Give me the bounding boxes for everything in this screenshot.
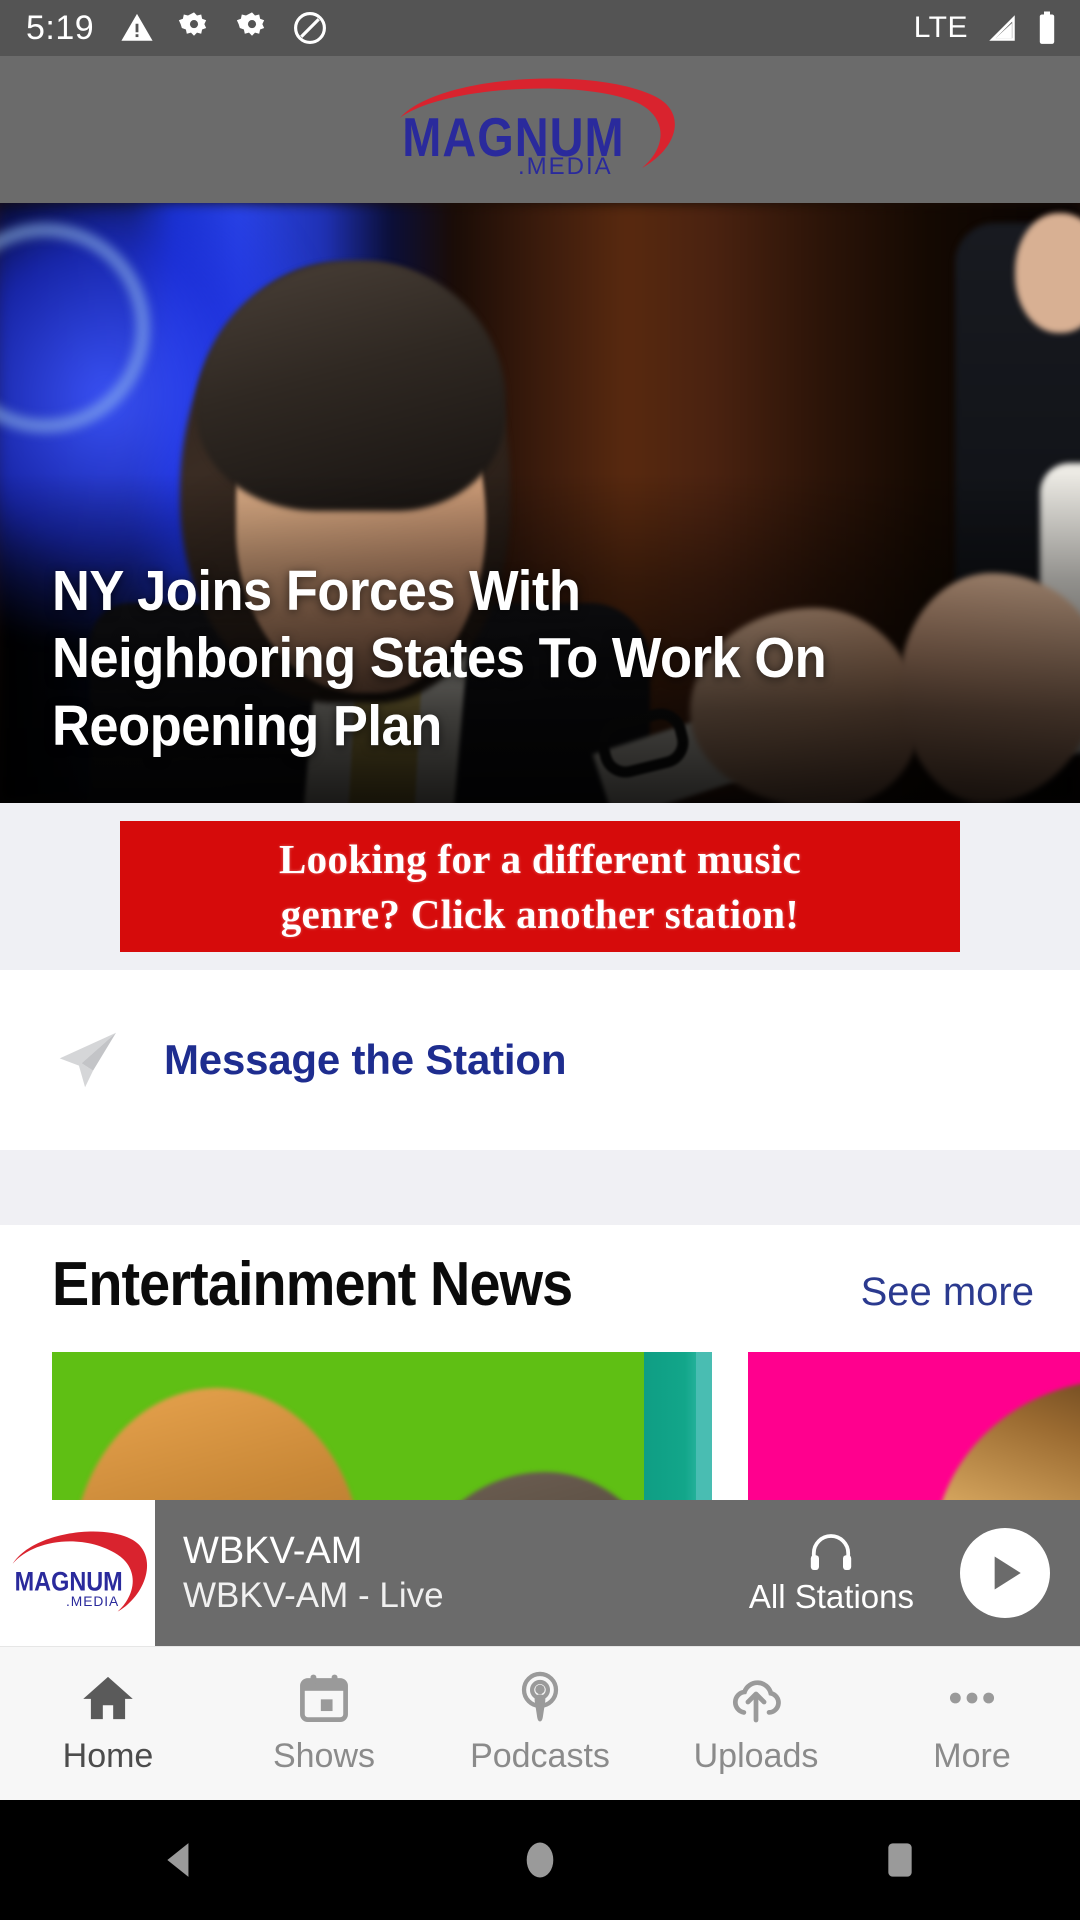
android-home-button[interactable]: [480, 1800, 600, 1920]
podcast-icon: [521, 1671, 559, 1722]
android-back-button[interactable]: [120, 1800, 240, 1920]
nav-item-home[interactable]: Home: [0, 1671, 216, 1776]
do-not-disturb-icon: [294, 12, 327, 44]
hero-featured-article[interactable]: NY Joins Forces With Neighboring States …: [0, 203, 1080, 803]
signal-bars-icon: [989, 15, 1015, 41]
nav-item-more[interactable]: More: [864, 1671, 1080, 1776]
bottom-navigation-bar[interactable]: Home Shows Podcasts Uploads More: [0, 1646, 1080, 1800]
player-logo-wordmark: MAGNUM: [14, 1567, 122, 1597]
station-promo-banner[interactable]: Looking for a different music genre? Cli…: [120, 821, 960, 952]
player-body[interactable]: WBKV-AM WBKV-AM - Live All Stations: [155, 1500, 1080, 1646]
all-stations-label: All Stations: [748, 1578, 914, 1615]
entertainment-news-header: Entertainment News See more: [0, 1225, 1080, 1320]
network-type-label: LTE: [913, 11, 968, 44]
app-header: MAGNUM .MEDIA: [0, 56, 1080, 203]
status-time: 5:19: [26, 8, 95, 47]
battery-icon: [1039, 11, 1055, 44]
all-stations-button[interactable]: All Stations: [725, 1530, 938, 1616]
nav-item-uploads[interactable]: Uploads: [648, 1671, 864, 1776]
section-title: Entertainment News: [52, 1250, 573, 1319]
play-icon: [994, 1556, 1021, 1590]
status-bar: 5:19 LTE: [0, 0, 1080, 56]
home-icon: [83, 1676, 133, 1720]
cloud-upload-icon: [732, 1680, 781, 1723]
status-right-cluster: LTE: [914, 10, 1058, 46]
nav-label-podcasts: Podcasts: [470, 1737, 610, 1775]
nav-label-home: Home: [62, 1737, 154, 1775]
nav-label-shows: Shows: [272, 1737, 376, 1775]
calendar-icon: [300, 1674, 348, 1722]
status-notification-icons: [120, 10, 328, 46]
player-logo-svg: MAGNUM .MEDIA: [12, 1531, 147, 1612]
hero-headline: NY Joins Forces With Neighboring States …: [52, 558, 827, 759]
headphones-icon: [811, 1534, 852, 1570]
logo-sub-wordmark: .MEDIA: [518, 153, 613, 180]
paper-plane-icon: [59, 1032, 116, 1088]
warning-triangle-icon: [121, 13, 153, 41]
banner-line-2: genre? Click another station!: [280, 890, 800, 937]
banner-ad-section: Looking for a different music genre? Cli…: [0, 803, 1080, 970]
nav-item-shows[interactable]: Shows: [216, 1671, 432, 1776]
more-dots-icon: [949, 1692, 995, 1704]
app-screen: 5:19 LTE MAGNUM .MEDIA NY Joins Forces W…: [0, 0, 1080, 1920]
nav-item-podcasts[interactable]: Podcasts: [432, 1671, 648, 1776]
player-artwork: MAGNUM .MEDIA: [0, 1500, 155, 1646]
message-station-label: Message the Station: [164, 1036, 567, 1083]
nav-label-uploads: Uploads: [693, 1737, 819, 1775]
banner-line-1: Looking for a different music: [279, 836, 801, 883]
back-icon: [167, 1843, 189, 1877]
see-more-link[interactable]: See more: [861, 1270, 1034, 1315]
nav-label-more: More: [933, 1737, 1011, 1775]
section-divider: [0, 1150, 1080, 1225]
player-now-playing: WBKV-AM - Live: [183, 1575, 444, 1615]
magnum-media-logo: MAGNUM .MEDIA: [390, 76, 690, 184]
player-station-name: WBKV-AM: [183, 1529, 363, 1572]
mini-player-bar[interactable]: MAGNUM .MEDIA WBKV-AM WBKV-AM - Live All…: [0, 1500, 1080, 1646]
player-metadata: WBKV-AM WBKV-AM - Live: [183, 1529, 444, 1615]
home-circle-icon: [526, 1842, 554, 1878]
android-recents-button[interactable]: [840, 1800, 960, 1920]
gear-icon: [237, 12, 265, 36]
message-station-row[interactable]: Message the Station: [0, 970, 1080, 1150]
logo-svg: MAGNUM .MEDIA: [400, 78, 675, 180]
android-system-nav[interactable]: [0, 1800, 1080, 1920]
player-logo-sub-wordmark: .MEDIA: [66, 1594, 119, 1609]
recents-square-icon: [888, 1843, 912, 1877]
play-button[interactable]: [960, 1528, 1050, 1618]
gear-icon: [179, 12, 207, 36]
